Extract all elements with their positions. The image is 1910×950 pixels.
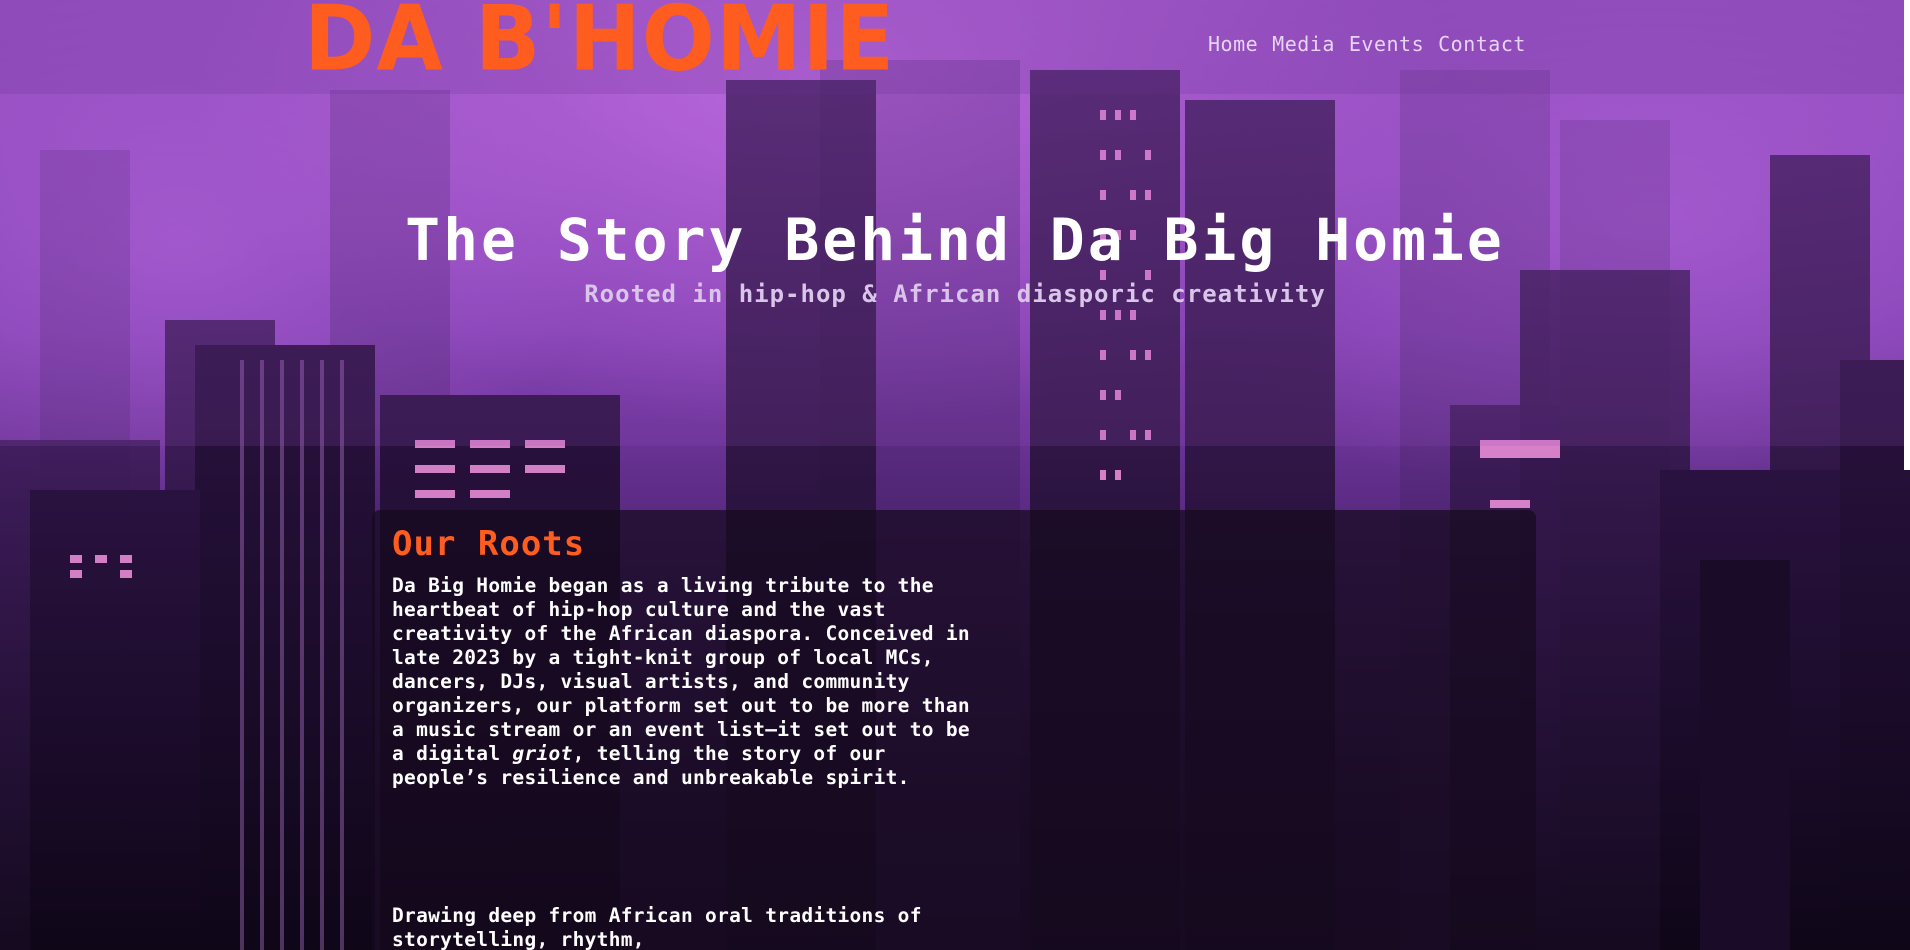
roots-paragraph-1-start: Da Big Homie began as a living tribute t… [392, 574, 970, 765]
main-nav: Home Media Events Contact [1208, 32, 1526, 56]
roots-paragraph-2: Drawing deep from African oral tradition… [392, 904, 922, 950]
nav-link-media[interactable]: Media [1272, 32, 1335, 56]
hero-subtitle: Rooted in hip-hop & African diasporic cr… [584, 280, 1326, 308]
section-heading: Our Roots [392, 524, 586, 564]
our-roots-card: Our Roots Da Big Homie began as a living… [372, 510, 1536, 950]
nav-link-home[interactable]: Home [1208, 32, 1258, 56]
site-logo[interactable]: DA B'HOMIE [304, 0, 895, 84]
roots-paragraph-1: Da Big Homie began as a living tribute t… [392, 574, 972, 790]
nav-link-contact[interactable]: Contact [1438, 32, 1526, 56]
page: DA B'HOMIE Home Media Events Contact The… [0, 0, 1910, 950]
nav-link-events[interactable]: Events [1349, 32, 1424, 56]
site-header: DA B'HOMIE Home Media Events Contact [0, 0, 1910, 94]
roots-paragraph-1-emphasis: griot [512, 742, 573, 765]
hero-title: The Story Behind Da Big Homie [405, 206, 1505, 274]
page-scrollbar[interactable] [1904, 0, 1910, 470]
